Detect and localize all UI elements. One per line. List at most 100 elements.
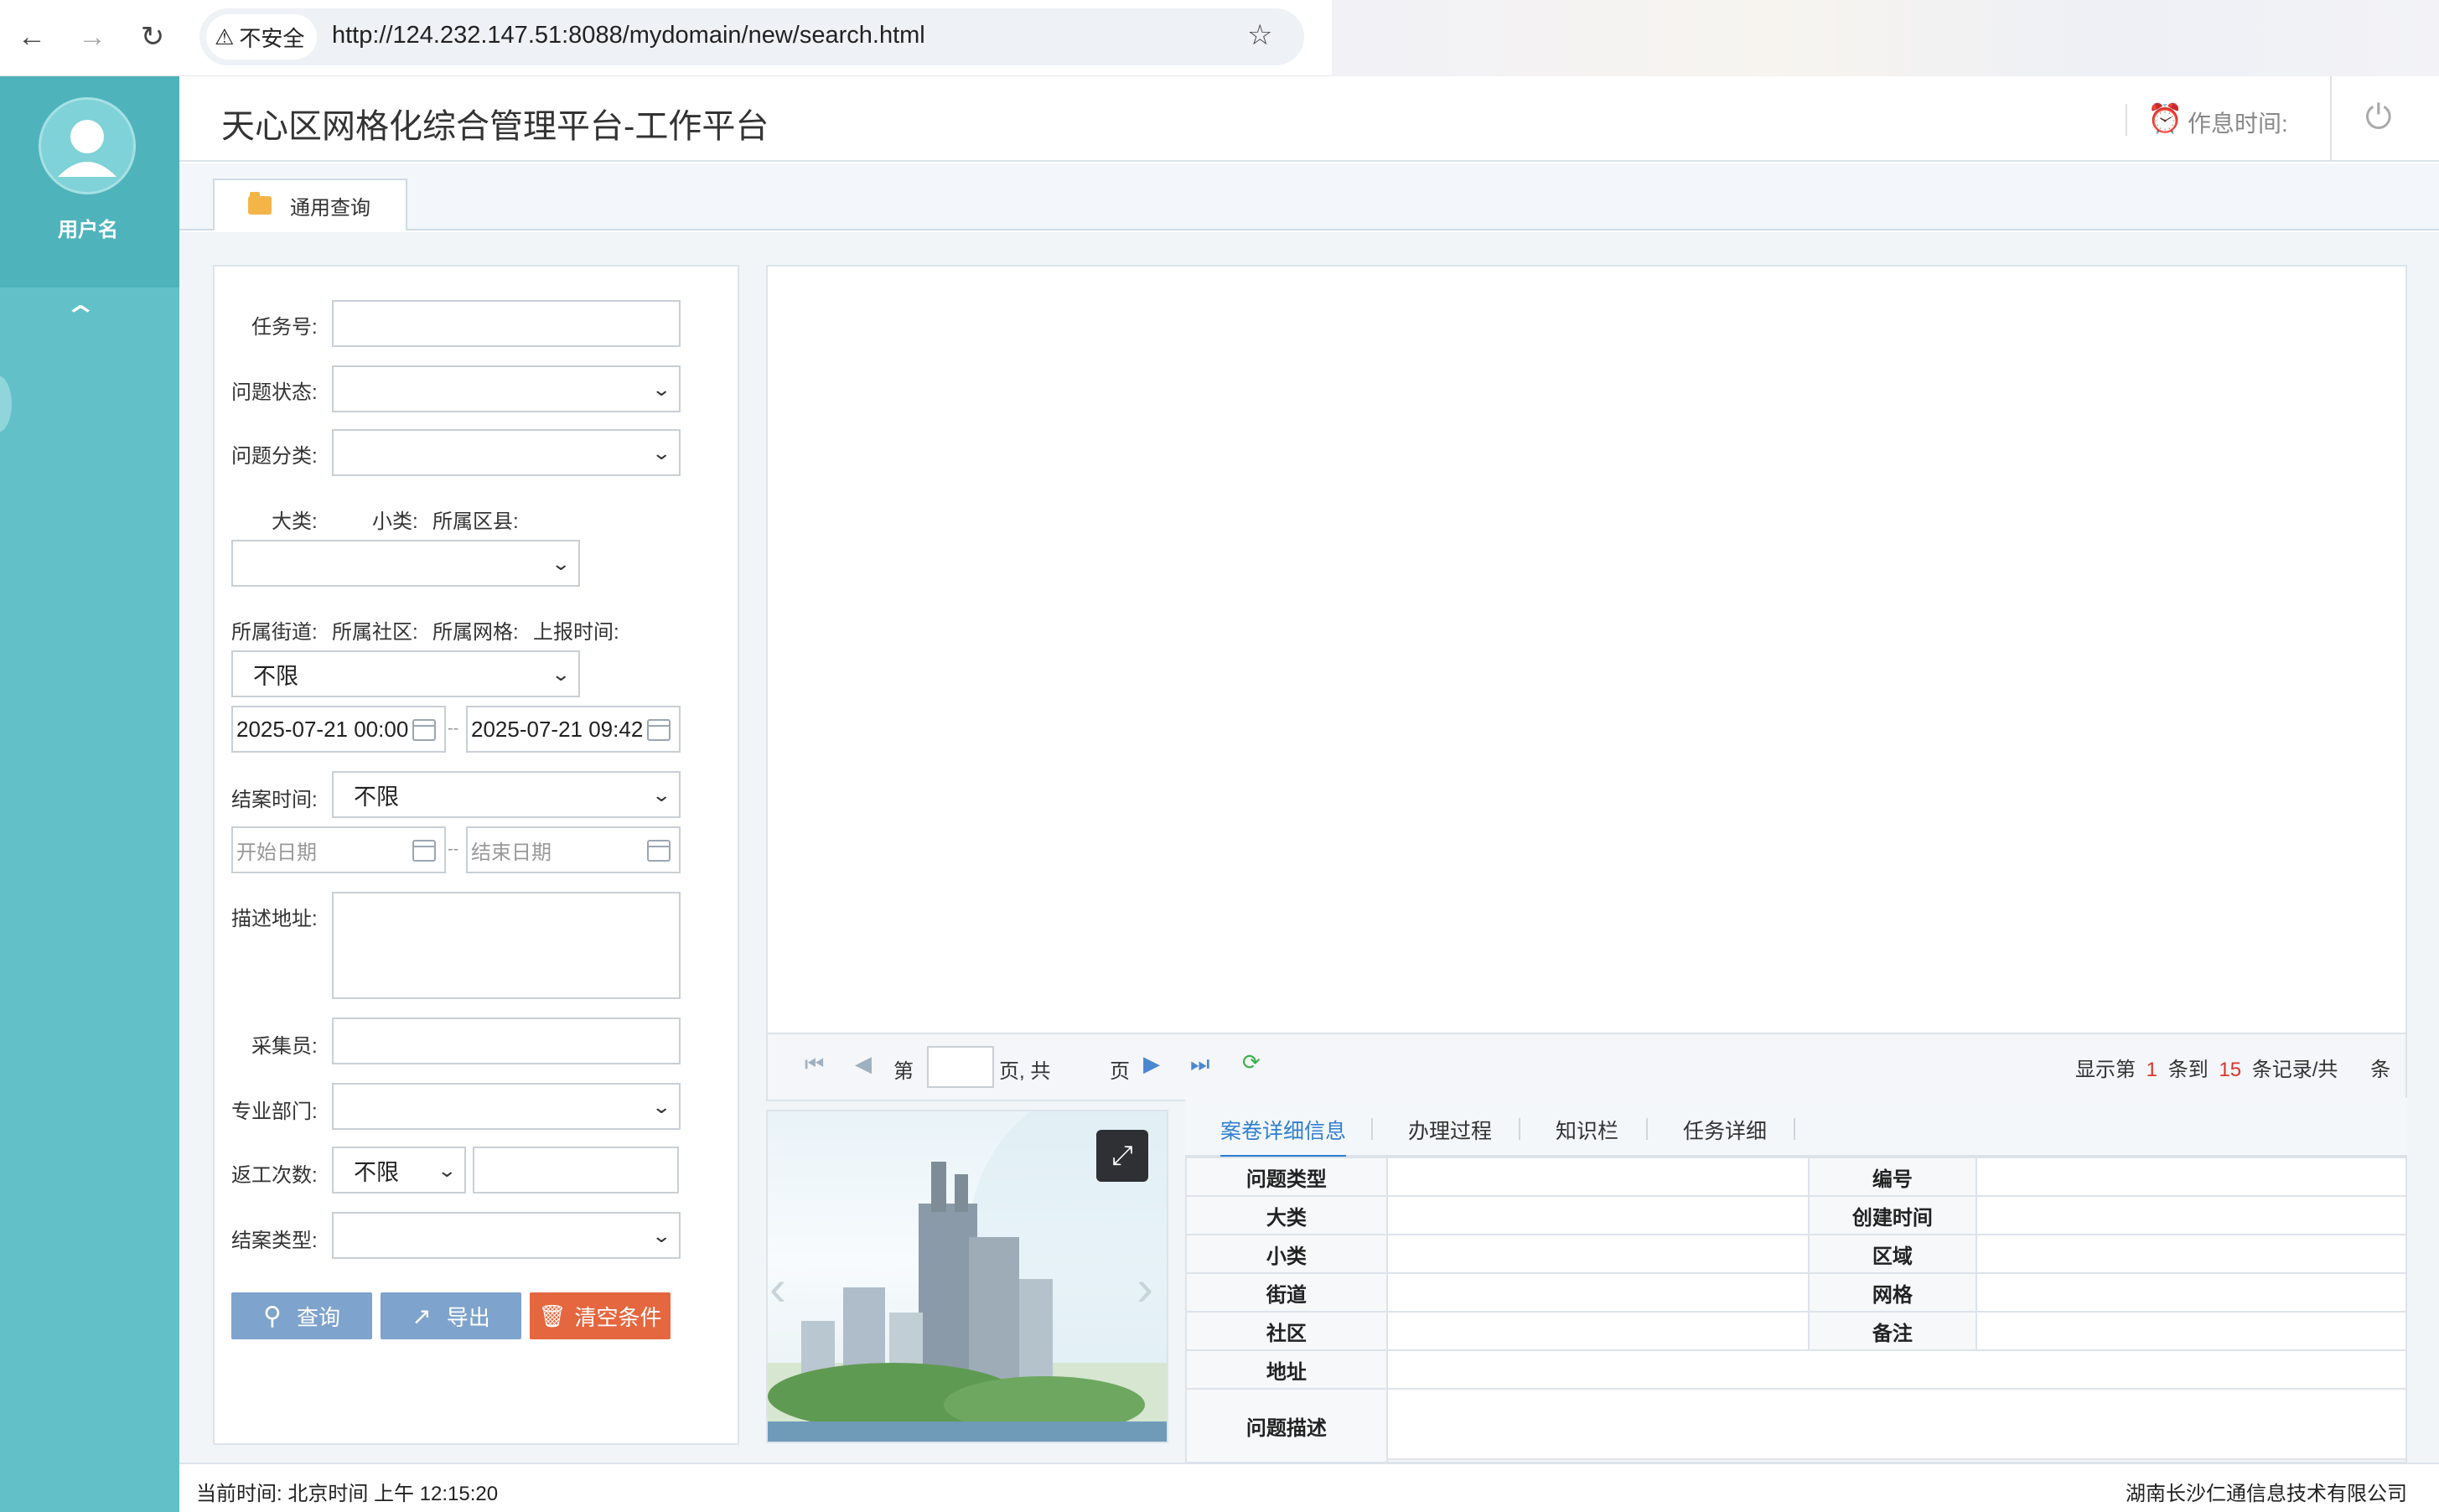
table-row: 小类 区域 xyxy=(1185,1234,2408,1274)
search-icon: ⚲ xyxy=(263,1302,282,1330)
chevron-down-icon: ⌄ xyxy=(650,1096,671,1117)
user-avatar-icon[interactable] xyxy=(39,97,136,194)
tab-knowledge[interactable]: 知识栏 xyxy=(1556,1115,1618,1145)
page-title: 天心区网格化综合管理平台-工作平台 xyxy=(221,108,769,145)
back-arrow-icon[interactable]: ← xyxy=(13,18,50,55)
rework-select[interactable]: 不限 ⌄ xyxy=(332,1147,466,1194)
calendar-icon[interactable] xyxy=(412,719,436,741)
tab-separator xyxy=(1519,1118,1520,1140)
header-divider xyxy=(2330,76,2332,162)
page-mid-text: 页, 共 xyxy=(999,1060,1051,1083)
display-prefix: 显示第 xyxy=(2075,1059,2136,1081)
chevron-down-icon: ⌄ xyxy=(650,784,671,805)
tab-label: 通用查询 xyxy=(290,196,370,220)
detail-table: 问题类型 编号 大类 创建时间 小类 区域 街道 网格 社区 备注 地址 问题描… xyxy=(1185,1157,2408,1463)
rework-count-input[interactable] xyxy=(473,1147,679,1194)
to-label: 条到 xyxy=(2167,1059,2209,1081)
detail-value xyxy=(1385,1234,1810,1274)
rework-label: 返工次数: xyxy=(231,1164,318,1187)
detail-label: 地址 xyxy=(1185,1349,1388,1390)
collector-label: 采集员: xyxy=(251,1035,318,1058)
export-button-label: 导出 xyxy=(446,1304,490,1330)
security-indicator[interactable]: ⚠ 不安全 xyxy=(206,14,317,60)
rest-time-label[interactable]: 作息时间: xyxy=(2188,106,2288,139)
records-label: 条记录/共 xyxy=(2251,1059,2338,1081)
tab-general-query[interactable]: 通用查询 xyxy=(213,179,407,230)
security-label: 不安全 xyxy=(239,25,305,51)
footer xyxy=(179,1463,2439,1512)
reload-icon[interactable]: ↻ xyxy=(134,18,171,55)
url-text[interactable]: http://124.232.147.51:8088/mydomain/new/… xyxy=(332,22,925,49)
first-page-icon[interactable]: ⏮ xyxy=(805,1051,824,1078)
district-select[interactable]: ⌄ xyxy=(231,540,580,587)
detail-label: 小类 xyxy=(1185,1234,1388,1274)
current-time: 当前时间: 北京时间 上午 12:15:20 xyxy=(196,1483,499,1505)
close-type-select[interactable]: ⌄ xyxy=(332,1212,681,1259)
blurred-tab-area xyxy=(1332,0,2439,76)
department-select[interactable]: ⌄ xyxy=(332,1083,681,1130)
tab-process[interactable]: 办理过程 xyxy=(1408,1115,1492,1145)
carousel-next-icon[interactable]: › xyxy=(1137,1259,1153,1317)
clear-conditions-button[interactable]: 🗑 清空条件 xyxy=(530,1292,671,1339)
street-label: 所属街道: xyxy=(231,621,318,644)
table-row: 地址 xyxy=(1185,1349,2408,1390)
report-end-date-input[interactable]: 2025-07-21 09:42 xyxy=(466,706,681,753)
tab-case-detail[interactable]: 案卷详细信息 xyxy=(1220,1115,1347,1157)
calendar-icon[interactable] xyxy=(647,840,671,862)
next-page-icon[interactable]: ▶ xyxy=(1143,1051,1160,1077)
query-button[interactable]: ⚲ 查询 xyxy=(231,1292,372,1339)
problem-category-label: 问题分类: xyxy=(231,445,318,468)
trash-icon: 🗑 xyxy=(538,1302,567,1328)
close-end-placeholder: 结束日期 xyxy=(471,841,551,864)
calendar-icon[interactable] xyxy=(412,840,436,862)
star-icon[interactable]: ☆ xyxy=(1247,18,1272,52)
detail-value xyxy=(1975,1157,2408,1197)
detail-label: 创建时间 xyxy=(1807,1195,1977,1235)
close-end-date-input[interactable]: 结束日期 xyxy=(466,826,681,873)
calendar-icon[interactable] xyxy=(647,719,671,741)
chevron-down-icon: ⌄ xyxy=(550,553,571,574)
power-icon[interactable]: ⏻ xyxy=(2365,99,2392,137)
address-textarea[interactable] xyxy=(332,892,681,999)
chevron-up-icon[interactable]: ⌃ xyxy=(63,300,99,334)
chevron-down-icon: ⌄ xyxy=(436,1160,457,1181)
page-suffix: 页 xyxy=(1110,1060,1130,1083)
sidebar xyxy=(0,76,179,1512)
close-time-value: 不限 xyxy=(354,784,399,810)
detail-label: 区域 xyxy=(1807,1234,1977,1274)
refresh-icon[interactable]: ⟳ xyxy=(1242,1049,1261,1075)
department-label: 专业部门: xyxy=(231,1100,318,1123)
problem-category-select[interactable]: ⌄ xyxy=(332,429,681,476)
clear-button-label: 清空条件 xyxy=(574,1304,662,1330)
rework-select-value: 不限 xyxy=(354,1159,399,1185)
detail-value xyxy=(1385,1349,2408,1390)
detail-label: 社区 xyxy=(1185,1311,1388,1351)
close-time-select[interactable]: 不限 ⌄ xyxy=(332,771,681,818)
date-separator: -- xyxy=(448,719,459,738)
collector-input[interactable] xyxy=(332,1017,681,1064)
detail-label: 大类 xyxy=(1185,1195,1388,1235)
task-no-input[interactable] xyxy=(332,300,681,347)
last-page-icon[interactable]: ⏭ xyxy=(1190,1051,1209,1078)
detail-label: 街道 xyxy=(1185,1272,1388,1313)
fullscreen-icon[interactable]: ⤢ xyxy=(1096,1130,1148,1182)
address-label: 描述地址: xyxy=(231,908,318,930)
results-grid[interactable] xyxy=(766,265,2407,1034)
close-start-placeholder: 开始日期 xyxy=(236,841,317,864)
username[interactable]: 用户名 xyxy=(0,213,176,242)
prev-page-icon[interactable]: ◀ xyxy=(855,1051,872,1077)
close-start-date-input[interactable]: 开始日期 xyxy=(231,826,446,873)
detail-value xyxy=(1385,1195,1810,1235)
tab-separator xyxy=(1794,1118,1795,1140)
page-number-input[interactable] xyxy=(927,1046,994,1088)
tab-task-detail[interactable]: 任务详细 xyxy=(1683,1115,1767,1145)
community-label: 所属社区: xyxy=(332,621,418,644)
export-button[interactable]: ↗ 导出 xyxy=(381,1292,521,1339)
warning-icon: ⚠ xyxy=(215,23,235,49)
carousel-prev-icon[interactable]: ‹ xyxy=(769,1259,786,1317)
report-time-select-value: 不限 xyxy=(253,663,298,689)
report-time-select[interactable]: 不限 ⌄ xyxy=(231,650,580,697)
problem-status-select[interactable]: ⌄ xyxy=(332,365,681,412)
report-start-date-input[interactable]: 2025-07-21 00:00 xyxy=(231,706,446,753)
forward-arrow-icon[interactable]: → xyxy=(74,18,111,55)
